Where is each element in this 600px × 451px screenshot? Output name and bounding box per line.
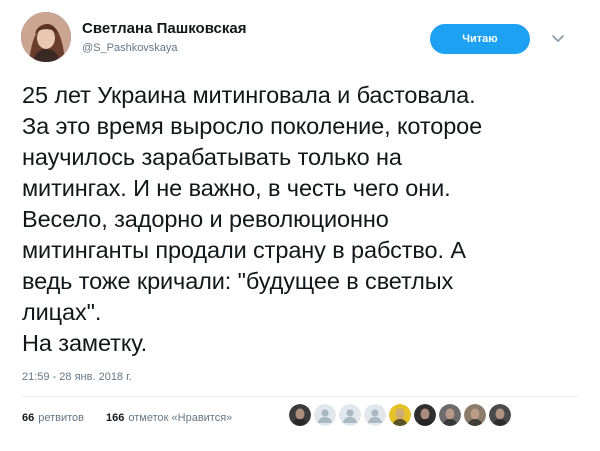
liker-avatars xyxy=(289,404,511,426)
tweet-text-line: митинганты продали страну в рабство. А xyxy=(22,237,466,263)
follow-button[interactable]: Читаю xyxy=(430,24,530,54)
divider xyxy=(22,396,578,397)
tweet-text-line: ведь тоже кричали: "будущее в светлых xyxy=(22,268,454,294)
tweet-text-line: 25 лет Украина митинговала и бастовала. xyxy=(22,82,476,108)
default-egg-avatar-icon[interactable] xyxy=(339,404,361,426)
tweet-text-line: Весело, задорно и революционно xyxy=(22,206,389,232)
tweet-text-line: митингах. И не важно, в честь чего они. xyxy=(22,175,451,201)
tweet-text-line: лицах". xyxy=(22,299,102,325)
avatar-photo-icon[interactable] xyxy=(489,404,511,426)
tweet-stats: 66 ретвитов 166 отметок «Нравится» xyxy=(22,412,232,424)
tweet-text-line: За это время выросло поколение, которое xyxy=(22,113,483,139)
retweets-count[interactable]: 66 xyxy=(22,412,34,424)
default-egg-avatar-icon[interactable] xyxy=(314,404,336,426)
likes-label[interactable]: отметок «Нравится» xyxy=(128,412,232,424)
avatar-photo-icon[interactable] xyxy=(289,404,311,426)
likes-count[interactable]: 166 xyxy=(106,412,124,424)
avatar-photo-icon[interactable] xyxy=(389,404,411,426)
tweet-timestamp[interactable]: 21:59 - 28 янв. 2018 г. xyxy=(22,371,132,383)
avatar-photo-icon xyxy=(21,12,71,62)
avatar-photo-icon[interactable] xyxy=(464,404,486,426)
author-avatar[interactable] xyxy=(21,12,71,62)
tweet-card: Светлана Пашковская @S_Pashkovskaya Чита… xyxy=(0,0,600,451)
chevron-down-icon[interactable] xyxy=(550,30,566,46)
avatar-photo-icon[interactable] xyxy=(414,404,436,426)
author-display-name[interactable]: Светлана Пашковская xyxy=(82,20,246,37)
tweet-text-line: научилось зарабатывать только на xyxy=(22,144,402,170)
default-egg-avatar-icon[interactable] xyxy=(364,404,386,426)
author-handle[interactable]: @S_Pashkovskaya xyxy=(82,42,178,54)
tweet-text-line: На заметку. xyxy=(22,330,147,356)
avatar-photo-icon[interactable] xyxy=(439,404,461,426)
retweets-label[interactable]: ретвитов xyxy=(38,412,84,424)
tweet-text: 25 лет Украина митинговала и бастовала. … xyxy=(22,80,582,359)
